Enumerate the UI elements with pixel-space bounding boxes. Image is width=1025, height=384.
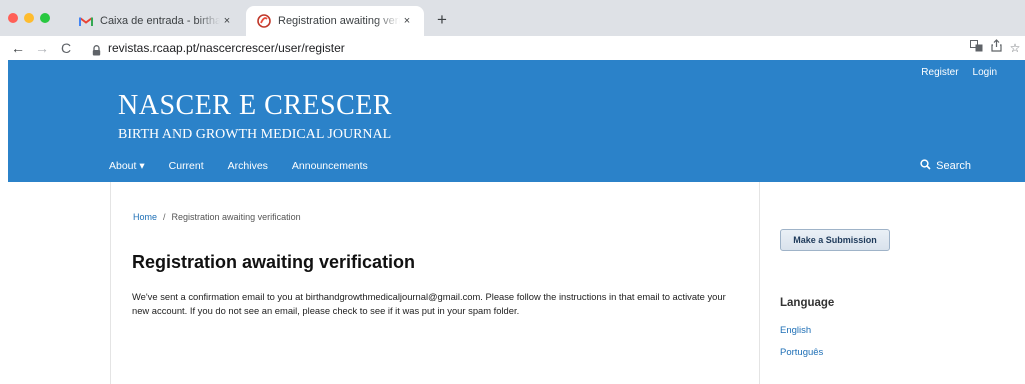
back-arrow-icon[interactable]: ← [8,38,28,58]
register-link[interactable]: Register [921,67,958,78]
breadcrumb: Home / Registration awaiting verification [133,212,301,222]
search-icon [920,159,931,173]
browser-tab-active[interactable]: Registration awaiting verificatio × [246,6,424,36]
window-close-button[interactable] [8,13,18,23]
site-subtitle[interactable]: BIRTH AND GROWTH MEDICAL JOURNAL [118,127,391,143]
breadcrumb-separator: / [163,212,166,222]
main-content: Home / Registration awaiting verification … [110,182,760,384]
user-nav: Register Login [921,67,997,78]
journal-favicon-icon [256,13,272,29]
search-label: Search [936,160,971,172]
browser-tab-bar: Caixa de entrada - birthandgro × Registr… [0,0,1025,36]
site-title[interactable]: NASCER E CRESCER [118,90,392,122]
forward-arrow-icon[interactable]: → [32,38,52,58]
sidebar: Make a Submission Language English Portu… [761,182,1025,384]
breadcrumb-current: Registration awaiting verification [171,212,301,222]
breadcrumb-home-link[interactable]: Home [133,212,157,222]
gmail-icon [78,13,94,29]
primary-nav: About ▾ Current Archives Announcements [109,160,368,172]
search-link[interactable]: Search [920,159,971,173]
tab-title: Registration awaiting verificatio [278,15,400,27]
nav-announcements[interactable]: Announcements [292,160,368,172]
tab-close-icon[interactable]: × [400,14,414,28]
lock-icon[interactable] [92,43,101,61]
window-minimize-button[interactable] [24,13,34,23]
share-icon[interactable] [987,39,1005,57]
language-heading: Language [780,297,835,309]
tab-title: Caixa de entrada - birthandgro [100,15,220,27]
address-bar[interactable]: revistas.rcaap.pt/nascercrescer/user/reg… [108,41,345,55]
browser-toolbar: ← → C revistas.rcaap.pt/nascercrescer/us… [0,36,1025,60]
tab-close-icon[interactable]: × [220,14,234,28]
translate-icon[interactable] [967,39,985,57]
site-header: Register Login NASCER E CRESCER BIRTH AN… [8,60,1025,182]
login-link[interactable]: Login [973,67,997,78]
language-portugues-link[interactable]: Português [780,347,823,358]
language-english-link[interactable]: English [780,325,811,336]
nav-archives[interactable]: Archives [228,160,268,172]
browser-tab-gmail[interactable]: Caixa de entrada - birthandgro × [68,6,244,36]
reload-icon[interactable]: C [56,38,76,58]
bookmark-star-icon[interactable]: ☆ [1006,39,1024,57]
nav-about[interactable]: About ▾ [109,160,145,172]
make-submission-button[interactable]: Make a Submission [780,229,890,251]
verification-message: We've sent a confirmation email to you a… [132,291,726,316]
nav-current[interactable]: Current [169,160,204,172]
window-maximize-button[interactable] [40,13,50,23]
new-tab-button[interactable]: + [430,9,454,33]
page-title: Registration awaiting verification [132,252,416,272]
